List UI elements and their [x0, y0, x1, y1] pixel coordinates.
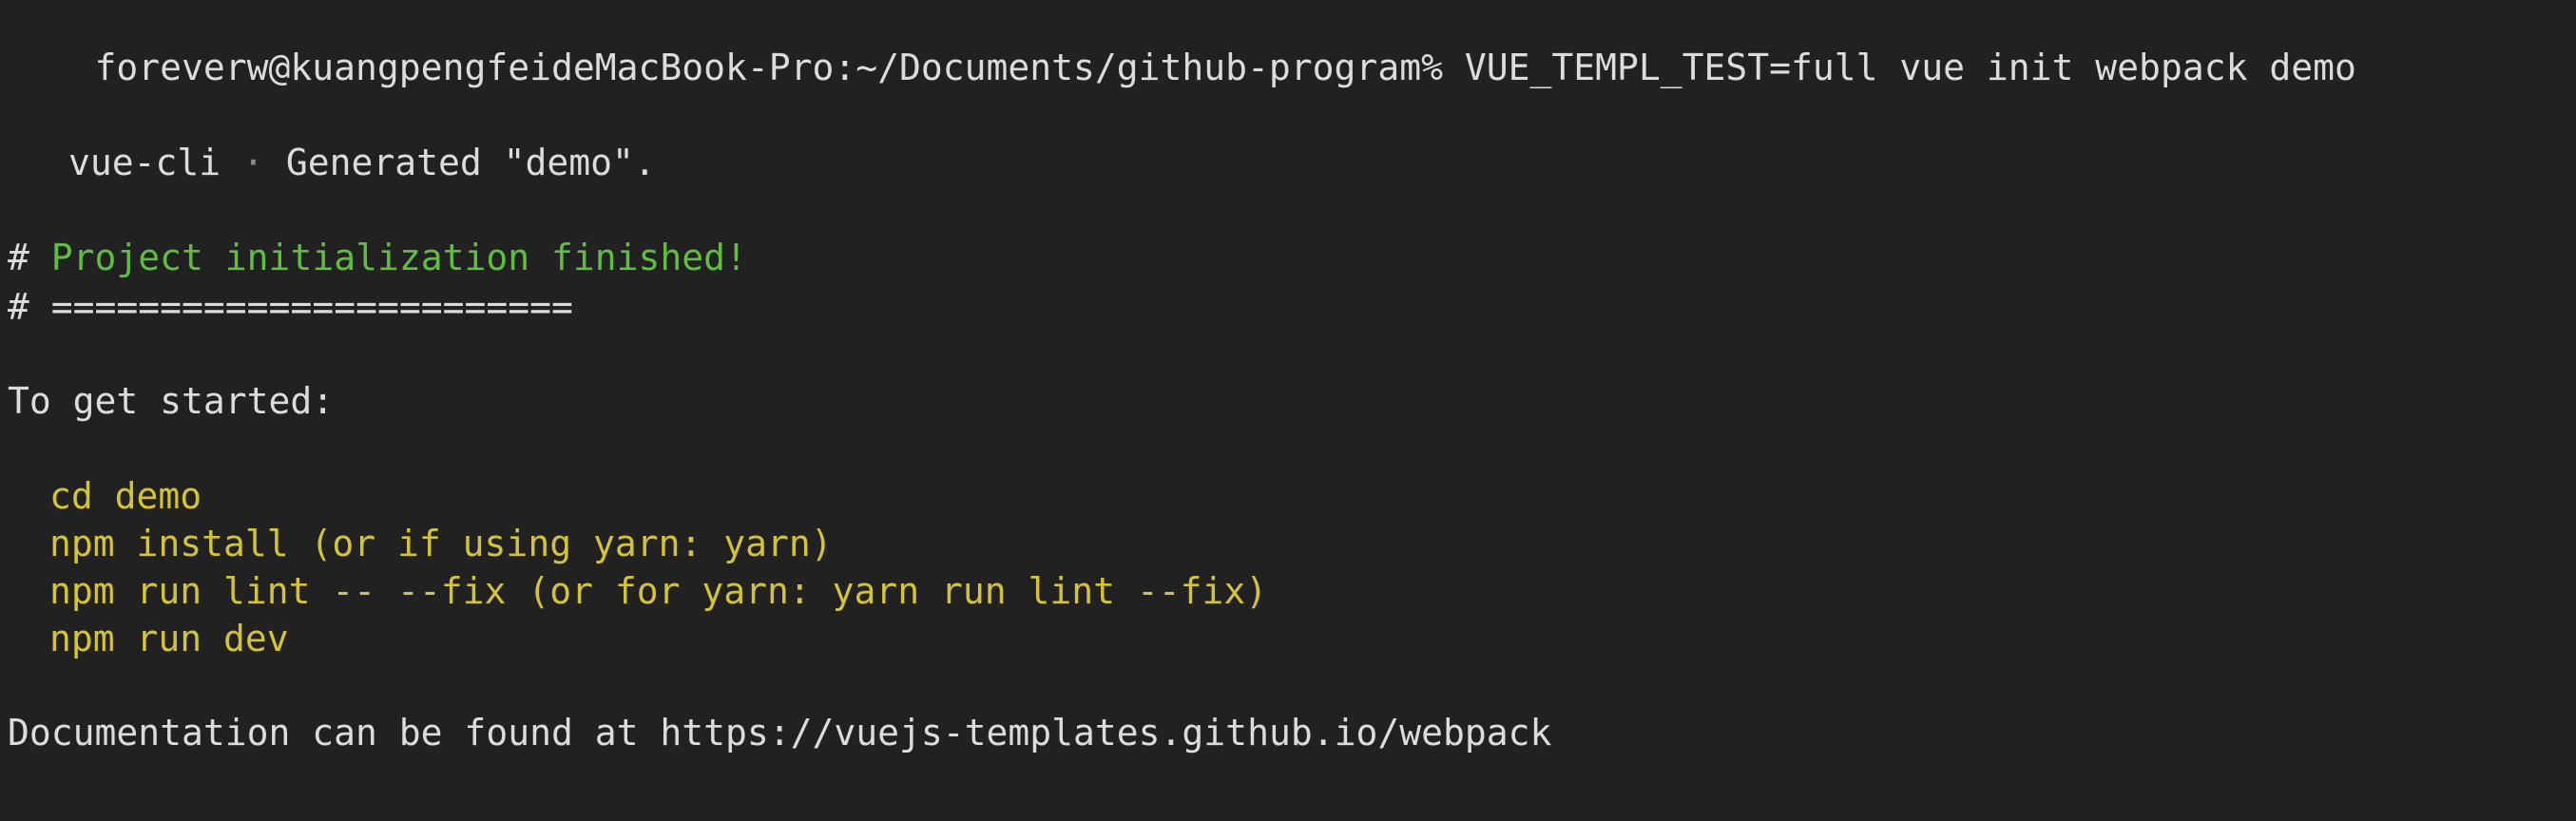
- command-line: foreverw@kuangpengfeideMacBook-Pro:~/Doc…: [8, 0, 2356, 88]
- step-item: npm install (or if using yarn: yarn): [49, 523, 833, 564]
- step-item: cd demo: [49, 475, 202, 517]
- shell-prompt: foreverw@kuangpengfeideMacBook-Pro:~/Doc…: [94, 47, 1443, 88]
- finished-line: # Project initialization finished!: [8, 234, 747, 281]
- tool-name: vue-cli: [68, 142, 221, 183]
- generated-message: Generated "demo".: [285, 142, 656, 183]
- rule-line: # ========================: [8, 283, 573, 331]
- terminal-window[interactable]: foreverw@kuangpengfeideMacBook-Pro:~/Doc…: [0, 0, 2576, 821]
- separator-dot: ·: [242, 142, 264, 183]
- comment-hash: #: [8, 286, 29, 328]
- comment-hash: #: [8, 237, 29, 278]
- docs-link[interactable]: https://vuejs-templates.github.io/webpac…: [660, 712, 1551, 754]
- docs-line: Documentation can be found at https://vu…: [8, 709, 1551, 756]
- step-item: npm run lint -- --fix (or for yarn: yarn…: [49, 570, 1268, 612]
- finished-message: Project initialization finished!: [50, 237, 747, 278]
- rule-text: ========================: [50, 286, 573, 328]
- step-item: npm run dev: [49, 618, 289, 659]
- get-started-line: To get started:: [8, 380, 335, 422]
- command-text: VUE_TEMPL_TEST=full vue init webpack dem…: [1464, 47, 2356, 88]
- docs-prefix: Documentation can be found at: [8, 712, 639, 754]
- generated-line: vue-cli · Generated "demo".: [8, 139, 656, 186]
